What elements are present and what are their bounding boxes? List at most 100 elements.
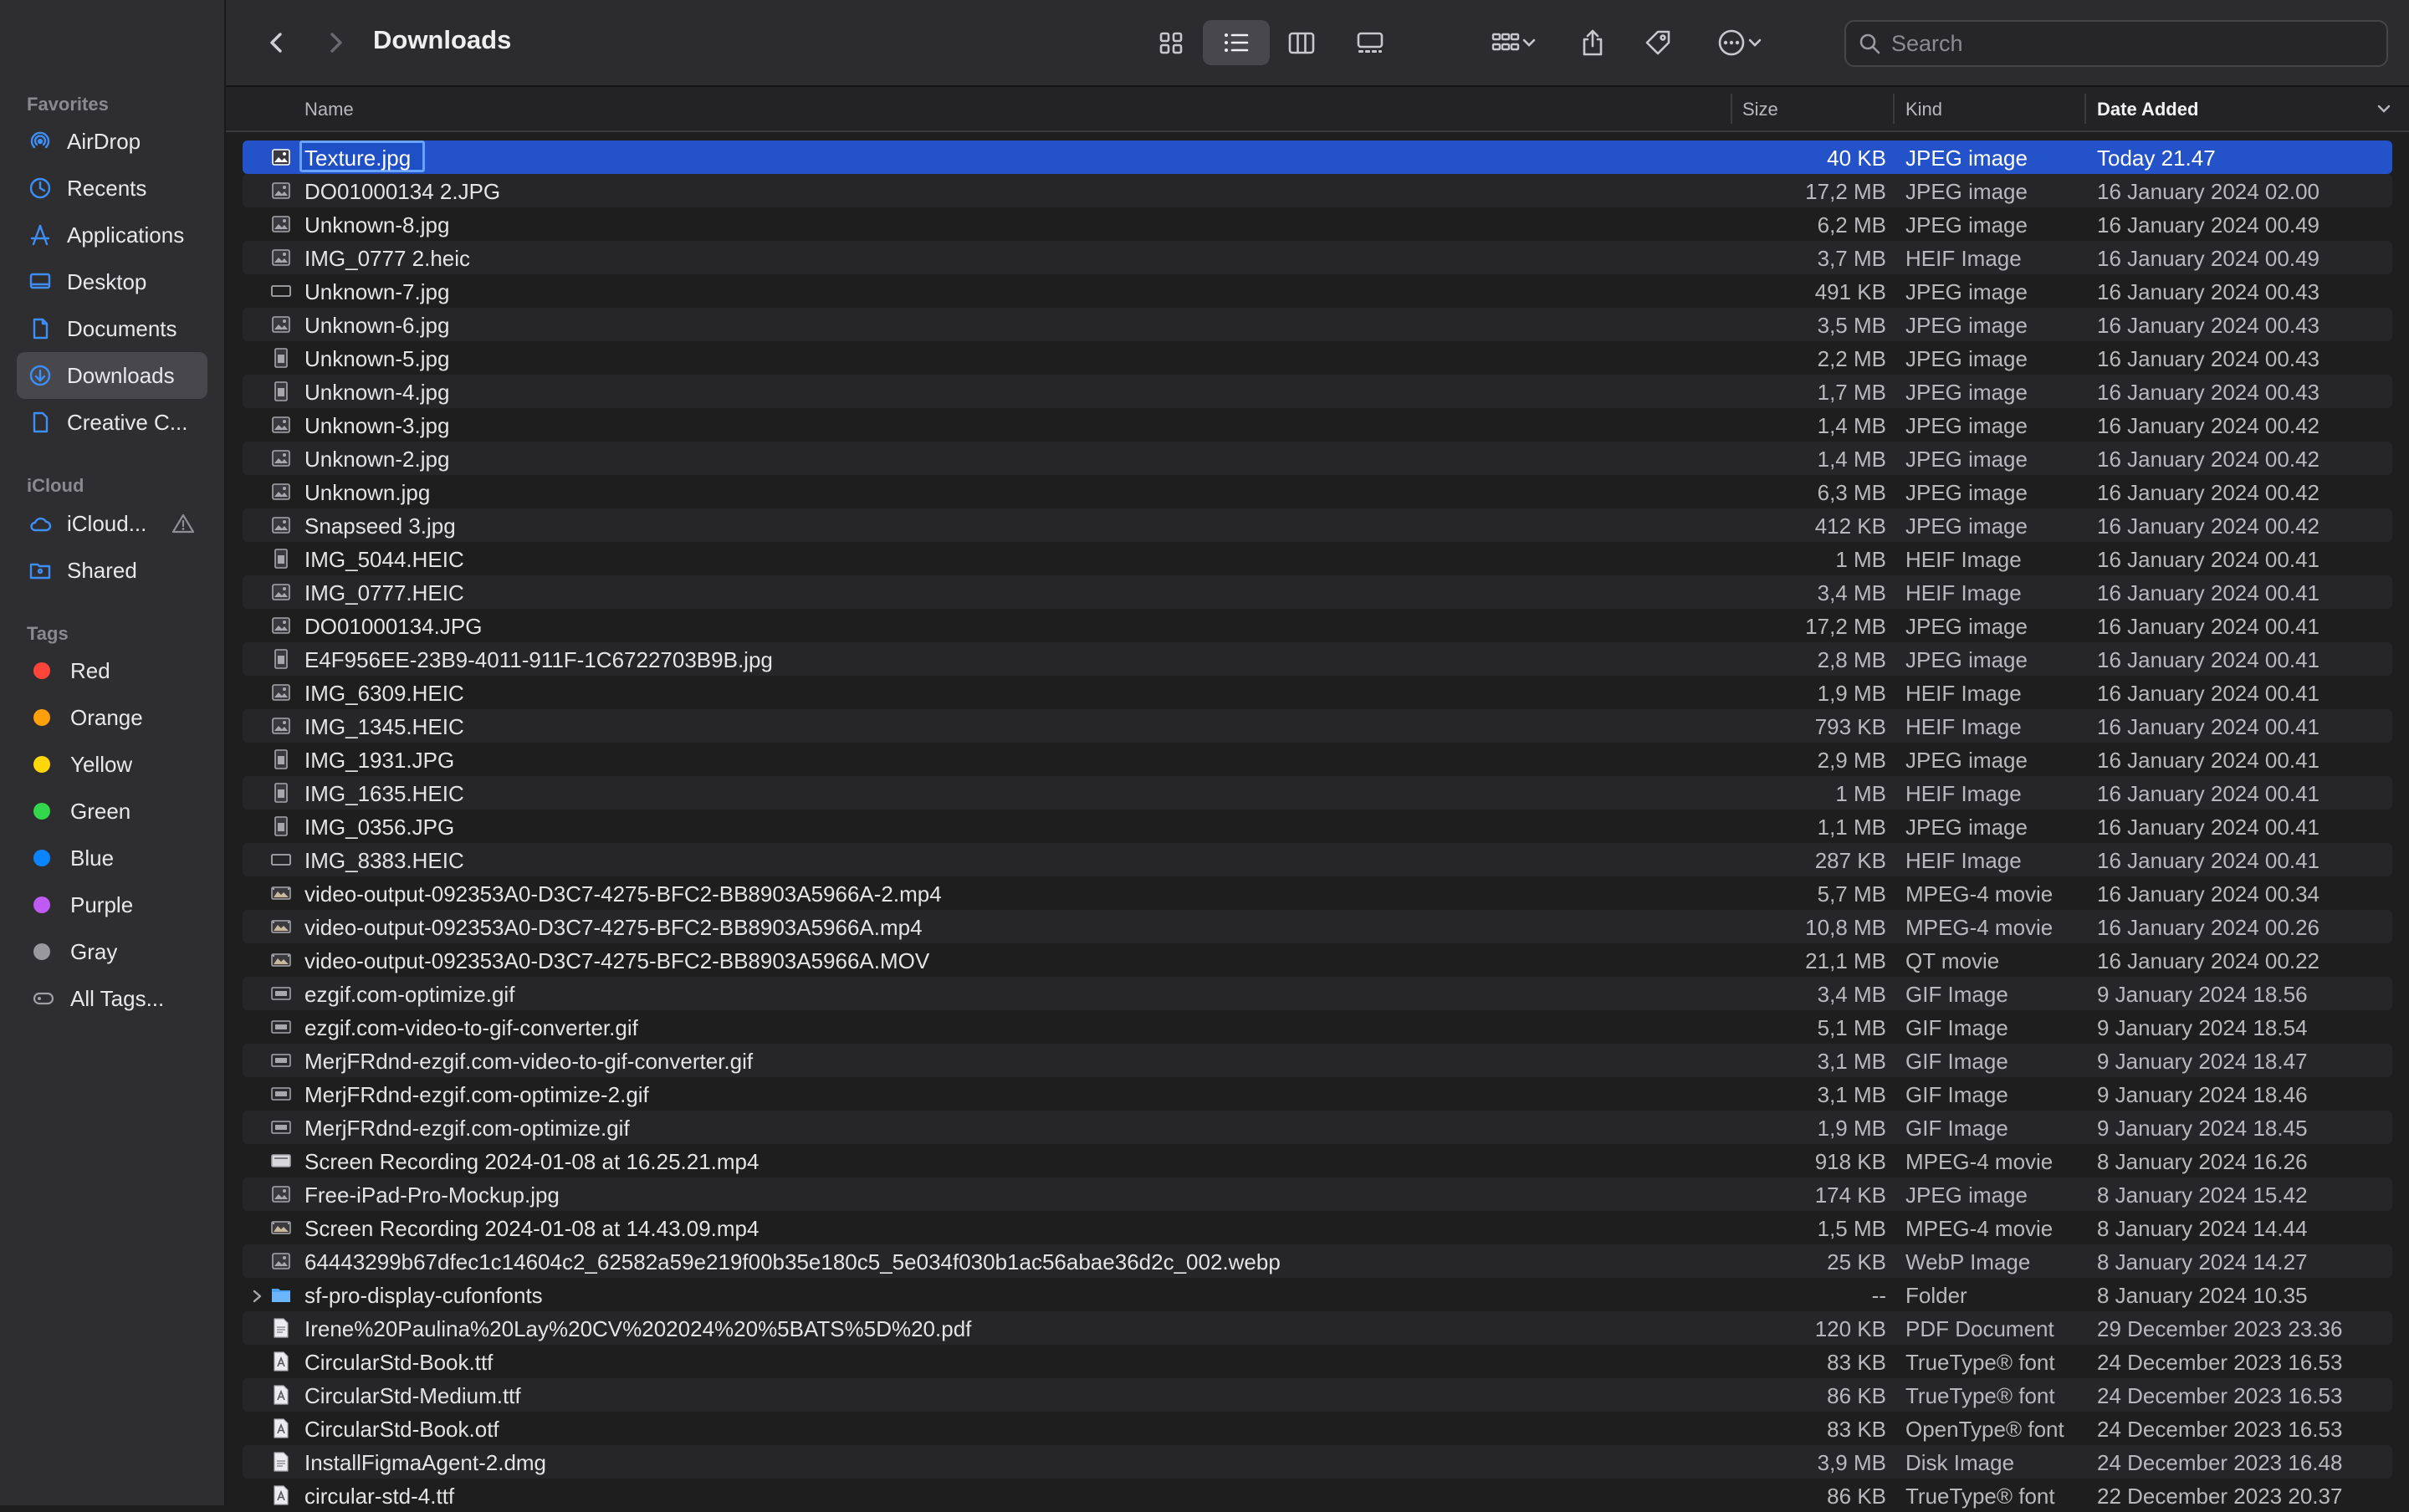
file-row[interactable]: Unknown-8.jpg 6,2 MB JPEG image 16 January … bbox=[243, 207, 2392, 241]
sidebar-item-documents[interactable]: Documents bbox=[17, 305, 207, 352]
file-row[interactable]: DO01000134.JPG 17,2 MB JPEG image 16 Januar… bbox=[243, 609, 2392, 642]
sidebar-section-tags: Tags bbox=[27, 623, 69, 644]
file-kind: HEIF Image bbox=[1905, 681, 2022, 706]
file-name: Free-iPad-Pro-Mockup.jpg bbox=[304, 1183, 560, 1208]
sidebar-item-recents[interactable]: Recents bbox=[17, 165, 207, 212]
cloud-icon bbox=[27, 510, 54, 537]
file-kind: JPEG image bbox=[1905, 647, 2028, 672]
file-row[interactable]: Unknown-2.jpg 1,4 MB JPEG image 16 January … bbox=[243, 442, 2392, 475]
file-size: 86 KB bbox=[1827, 1484, 1886, 1509]
column-divider[interactable] bbox=[1893, 94, 1895, 124]
back-button[interactable] bbox=[258, 20, 296, 65]
sidebar-item-shared[interactable]: Shared bbox=[17, 547, 207, 594]
sidebar-tag-purple[interactable]: Purple bbox=[17, 881, 207, 928]
file-row[interactable]: Unknown-3.jpg 1,4 MB JPEG image 16 January … bbox=[243, 408, 2392, 442]
sidebar-item-airdrop[interactable]: AirDrop bbox=[17, 118, 207, 165]
file-row[interactable]: IMG_5044.HEIC 1 MB HEIF Image 16 January 20… bbox=[243, 542, 2392, 575]
list-view-button[interactable] bbox=[1203, 20, 1270, 65]
group-by-button[interactable] bbox=[1477, 20, 1551, 65]
file-name: InstallFigmaAgent-2.dmg bbox=[304, 1450, 547, 1475]
file-row[interactable]: Unknown-5.jpg 2,2 MB JPEG image 16 January … bbox=[243, 341, 2392, 375]
sidebar-item-label: Downloads bbox=[67, 362, 175, 388]
file-row[interactable]: Unknown-7.jpg 491 KB JPEG image 16 January … bbox=[243, 274, 2392, 308]
file-row[interactable]: IMG_0777 2.heic 3,7 MB HEIF Image 16 Januar… bbox=[243, 241, 2392, 274]
clock-icon bbox=[27, 175, 54, 202]
sidebar-tag-gray[interactable]: Gray bbox=[17, 928, 207, 975]
file-name: IMG_8383.HEIC bbox=[304, 848, 464, 873]
file-row[interactable]: sf-pro-display-cufonfonts -- Folder 8 Janua… bbox=[243, 1278, 2392, 1311]
column-header-kind[interactable]: Kind bbox=[1905, 99, 1942, 120]
sidebar-tag-green[interactable]: Green bbox=[17, 788, 207, 835]
share-button[interactable] bbox=[1571, 20, 1614, 65]
file-name: video-output-092353A0-D3C7-4275-BFC2-BB8… bbox=[304, 881, 942, 907]
file-row[interactable]: CircularStd-Medium.ttf 86 KB TrueType® fon… bbox=[243, 1378, 2392, 1412]
sidebar-tag-blue[interactable]: Blue bbox=[17, 835, 207, 881]
file-row[interactable]: CircularStd-Book.otf 83 KB OpenType® font 2… bbox=[243, 1412, 2392, 1445]
file-kind: JPEG image bbox=[1905, 179, 2028, 204]
file-row[interactable]: IMG_8383.HEIC 287 KB HEIF Image 16 January … bbox=[243, 843, 2392, 876]
search-input[interactable] bbox=[1890, 29, 2361, 58]
column-header-size[interactable]: Size bbox=[1742, 99, 1778, 120]
warning-icon[interactable] bbox=[171, 511, 196, 536]
file-row[interactable]: ezgif.com-optimize.gif 3,4 MB GIF Image 9 J… bbox=[243, 977, 2392, 1010]
file-row[interactable]: Unknown.jpg 6,3 MB JPEG image 16 January 20… bbox=[243, 475, 2392, 508]
file-name: Unknown-2.jpg bbox=[304, 447, 450, 472]
file-row[interactable]: InstallFigmaAgent-2.dmg 3,9 MB Disk Image 2… bbox=[243, 1445, 2392, 1479]
file-name: MerjFRdnd-ezgif.com-optimize.gif bbox=[304, 1116, 630, 1141]
file-row[interactable]: Texture.jpg 40 KB JPEG image Today 21.47 bbox=[243, 140, 2392, 174]
file-row[interactable]: DO01000134 2.JPG 17,2 MB JPEG image 16 Janu… bbox=[243, 174, 2392, 207]
file-row[interactable]: E4F956EE-23B9-4011-911F-1C6722703B9B.jpg… bbox=[243, 642, 2392, 676]
gallery-view-button[interactable] bbox=[1343, 20, 1397, 65]
file-row[interactable]: Screen Recording 2024-01-08 at 14.43.09.… bbox=[243, 1211, 2392, 1244]
column-header-name[interactable]: Name bbox=[304, 99, 354, 120]
file-row[interactable]: 64443299b67dfec1c14604c2_62582a59e219f00… bbox=[243, 1244, 2392, 1278]
file-row[interactable]: IMG_0356.JPG 1,1 MB JPEG image 16 January 2… bbox=[243, 810, 2392, 843]
file-row[interactable]: video-output-092353A0-D3C7-4275-BFC2-BB8… bbox=[243, 876, 2392, 910]
file-row[interactable]: circular-std-4.ttf 86 KB TrueType® font 22 … bbox=[243, 1479, 2392, 1512]
file-row[interactable]: IMG_1345.HEIC 793 KB HEIF Image 16 January … bbox=[243, 709, 2392, 743]
file-row[interactable]: video-output-092353A0-D3C7-4275-BFC2-BB8… bbox=[243, 943, 2392, 977]
forward-button[interactable] bbox=[316, 20, 355, 65]
file-row[interactable]: Unknown-6.jpg 3,5 MB JPEG image 16 January … bbox=[243, 308, 2392, 341]
sidebar-item-creative-c[interactable]: Creative C... bbox=[17, 399, 207, 446]
sort-descending-icon[interactable] bbox=[2376, 100, 2392, 117]
sidebar-tag-red[interactable]: Red bbox=[17, 647, 207, 694]
sidebar-item-label: All Tags... bbox=[70, 985, 165, 1011]
sidebar-tag-all-tags[interactable]: All Tags... bbox=[17, 975, 207, 1022]
icon-view-button[interactable] bbox=[1146, 20, 1196, 65]
file-row[interactable]: IMG_6309.HEIC 1,9 MB HEIF Image 16 January … bbox=[243, 676, 2392, 709]
file-row[interactable]: video-output-092353A0-D3C7-4275-BFC2-BB8… bbox=[243, 910, 2392, 943]
sidebar-tag-orange[interactable]: Orange bbox=[17, 694, 207, 741]
column-view-button[interactable] bbox=[1276, 20, 1327, 65]
column-divider[interactable] bbox=[2084, 94, 2086, 124]
file-size: 2,8 MB bbox=[1817, 647, 1886, 672]
file-row[interactable]: Free-iPad-Pro-Mockup.jpg 174 KB JPEG image… bbox=[243, 1177, 2392, 1211]
file-row[interactable]: Screen Recording 2024-01-08 at 16.25.21.… bbox=[243, 1144, 2392, 1177]
file-row[interactable]: MerjFRdnd-ezgif.com-optimize.gif 1,9 MB GI… bbox=[243, 1111, 2392, 1144]
file-name: ezgif.com-optimize.gif bbox=[304, 982, 515, 1007]
sidebar-item-icloud[interactable]: iCloud... bbox=[17, 500, 207, 547]
file-row[interactable]: Unknown-4.jpg 1,7 MB JPEG image 16 January … bbox=[243, 375, 2392, 408]
tag-button[interactable] bbox=[1636, 20, 1680, 65]
column-divider[interactable] bbox=[1731, 94, 1732, 124]
file-row[interactable]: IMG_1931.JPG 2,9 MB JPEG image 16 January 2… bbox=[243, 743, 2392, 776]
file-row[interactable]: IMG_1635.HEIC 1 MB HEIF Image 16 January 20… bbox=[243, 776, 2392, 810]
disclosure-triangle-icon[interactable] bbox=[248, 1285, 266, 1304]
file-row[interactable]: ezgif.com-video-to-gif-converter.gif 5,1 … bbox=[243, 1010, 2392, 1044]
file-name: CircularStd-Book.otf bbox=[304, 1417, 499, 1442]
search-field[interactable] bbox=[1844, 20, 2388, 67]
sidebar-item-desktop[interactable]: Desktop bbox=[17, 258, 207, 305]
column-header-date-added[interactable]: Date Added bbox=[2097, 99, 2198, 120]
sidebar-tag-yellow[interactable]: Yellow bbox=[17, 741, 207, 788]
file-row[interactable]: Irene%20Paulina%20Lay%20CV%202024%20%5BA… bbox=[243, 1311, 2392, 1345]
file-row[interactable]: Snapseed 3.jpg 412 KB JPEG image 16 January… bbox=[243, 508, 2392, 542]
file-kind: JPEG image bbox=[1905, 1183, 2028, 1208]
file-row[interactable]: IMG_0777.HEIC 3,4 MB HEIF Image 16 January … bbox=[243, 575, 2392, 609]
sidebar-item-downloads[interactable]: Downloads bbox=[17, 352, 207, 399]
file-row[interactable]: MerjFRdnd-ezgif.com-optimize-2.gif 3,1 MB… bbox=[243, 1077, 2392, 1111]
file-row[interactable]: CircularStd-Book.ttf 83 KB TrueType® font 2… bbox=[243, 1345, 2392, 1378]
file-row[interactable]: MerjFRdnd-ezgif.com-video-to-gif-convert… bbox=[243, 1044, 2392, 1077]
sidebar-item-label: Yellow bbox=[70, 751, 133, 777]
more-actions-button[interactable] bbox=[1708, 20, 1772, 65]
sidebar-item-applications[interactable]: Applications bbox=[17, 212, 207, 258]
